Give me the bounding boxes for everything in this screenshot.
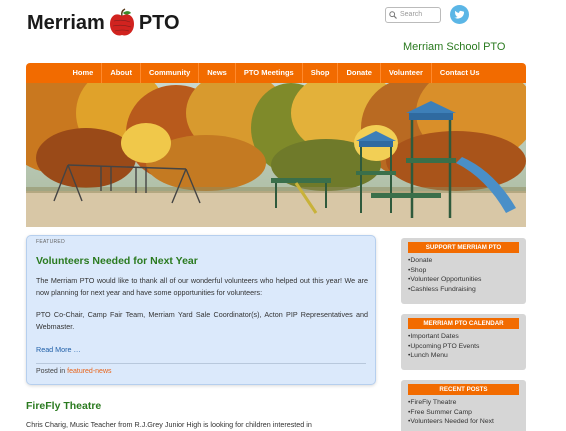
widget-recent-item[interactable]: Volunteers Needed for Next: [408, 417, 519, 427]
apple-icon: [108, 8, 136, 38]
widget-support-title: SUPPORT MERRIAM PTO: [408, 242, 519, 253]
category-link[interactable]: featured-news: [67, 368, 111, 375]
post-title-firefly[interactable]: FireFly Theatre: [26, 400, 101, 412]
nav-volunteer[interactable]: Volunteer: [379, 63, 431, 83]
twitter-icon[interactable]: [450, 5, 469, 24]
widget-support-item[interactable]: Cashless Fundraising: [408, 285, 519, 295]
featured-tag: FEATURED: [36, 239, 65, 245]
posted-in: Posted in featured-news: [36, 368, 112, 375]
main-nav: Home About Community News PTO Meetings S…: [26, 63, 526, 83]
widget-calendar-item[interactable]: Lunch Menu: [408, 351, 519, 361]
widget-recent-item[interactable]: FireFly Theatre: [408, 398, 519, 408]
widget-support-item[interactable]: Donate: [408, 256, 519, 266]
nav-about[interactable]: About: [101, 63, 140, 83]
nav-donate[interactable]: Donate: [337, 63, 379, 83]
widget-calendar-item[interactable]: Important Dates: [408, 332, 519, 342]
widget-calendar: MERRIAM PTO CALENDAR Important Dates Upc…: [401, 314, 526, 370]
logo-text-merriam: Merriam: [27, 11, 105, 34]
widget-support: SUPPORT MERRIAM PTO Donate Shop Voluntee…: [401, 238, 526, 304]
post-excerpt-firefly: Chris Charig, Music Teacher from R.J.Gre…: [26, 420, 312, 429]
nav-home[interactable]: Home: [64, 63, 101, 83]
posted-in-label: Posted in: [36, 368, 66, 375]
widget-recent-item[interactable]: Free Summer Camp: [408, 408, 519, 418]
nav-community[interactable]: Community: [139, 63, 198, 83]
featured-post-paragraph-1: The Merriam PTO would like to thank all …: [36, 276, 368, 297]
site-logo[interactable]: Merriam PTO: [27, 6, 180, 40]
widget-calendar-title: MERRIAM PTO CALENDAR: [408, 318, 519, 329]
widget-calendar-item[interactable]: Upcoming PTO Events: [408, 342, 519, 352]
featured-divider: [36, 363, 366, 364]
featured-post-paragraph-2: PTO Co-Chair, Camp Fair Team, Merriam Ya…: [36, 310, 368, 331]
featured-post: FEATURED Volunteers Needed for Next Year…: [26, 235, 376, 385]
widget-recent-title: RECENT POSTS: [408, 384, 519, 395]
read-more-link[interactable]: Read More …: [36, 345, 81, 354]
widget-recent-posts: RECENT POSTS FireFly Theatre Free Summer…: [401, 380, 526, 431]
site-title[interactable]: Merriam School PTO: [403, 41, 506, 53]
widget-support-item[interactable]: Volunteer Opportunities: [408, 275, 519, 285]
search-placeholder: Search: [400, 11, 423, 18]
nav-pto-meetings[interactable]: PTO Meetings: [234, 63, 302, 83]
hero-playground-image: [26, 83, 526, 227]
nav-shop[interactable]: Shop: [301, 63, 338, 83]
widget-support-item[interactable]: Shop: [408, 266, 519, 276]
nav-news[interactable]: News: [198, 63, 235, 83]
featured-post-title[interactable]: Volunteers Needed for Next Year: [36, 255, 198, 267]
search-input[interactable]: Search: [385, 7, 441, 23]
logo-text-pto: PTO: [138, 11, 180, 34]
nav-contact-us[interactable]: Contact Us: [430, 63, 488, 83]
search-icon: [389, 11, 397, 19]
